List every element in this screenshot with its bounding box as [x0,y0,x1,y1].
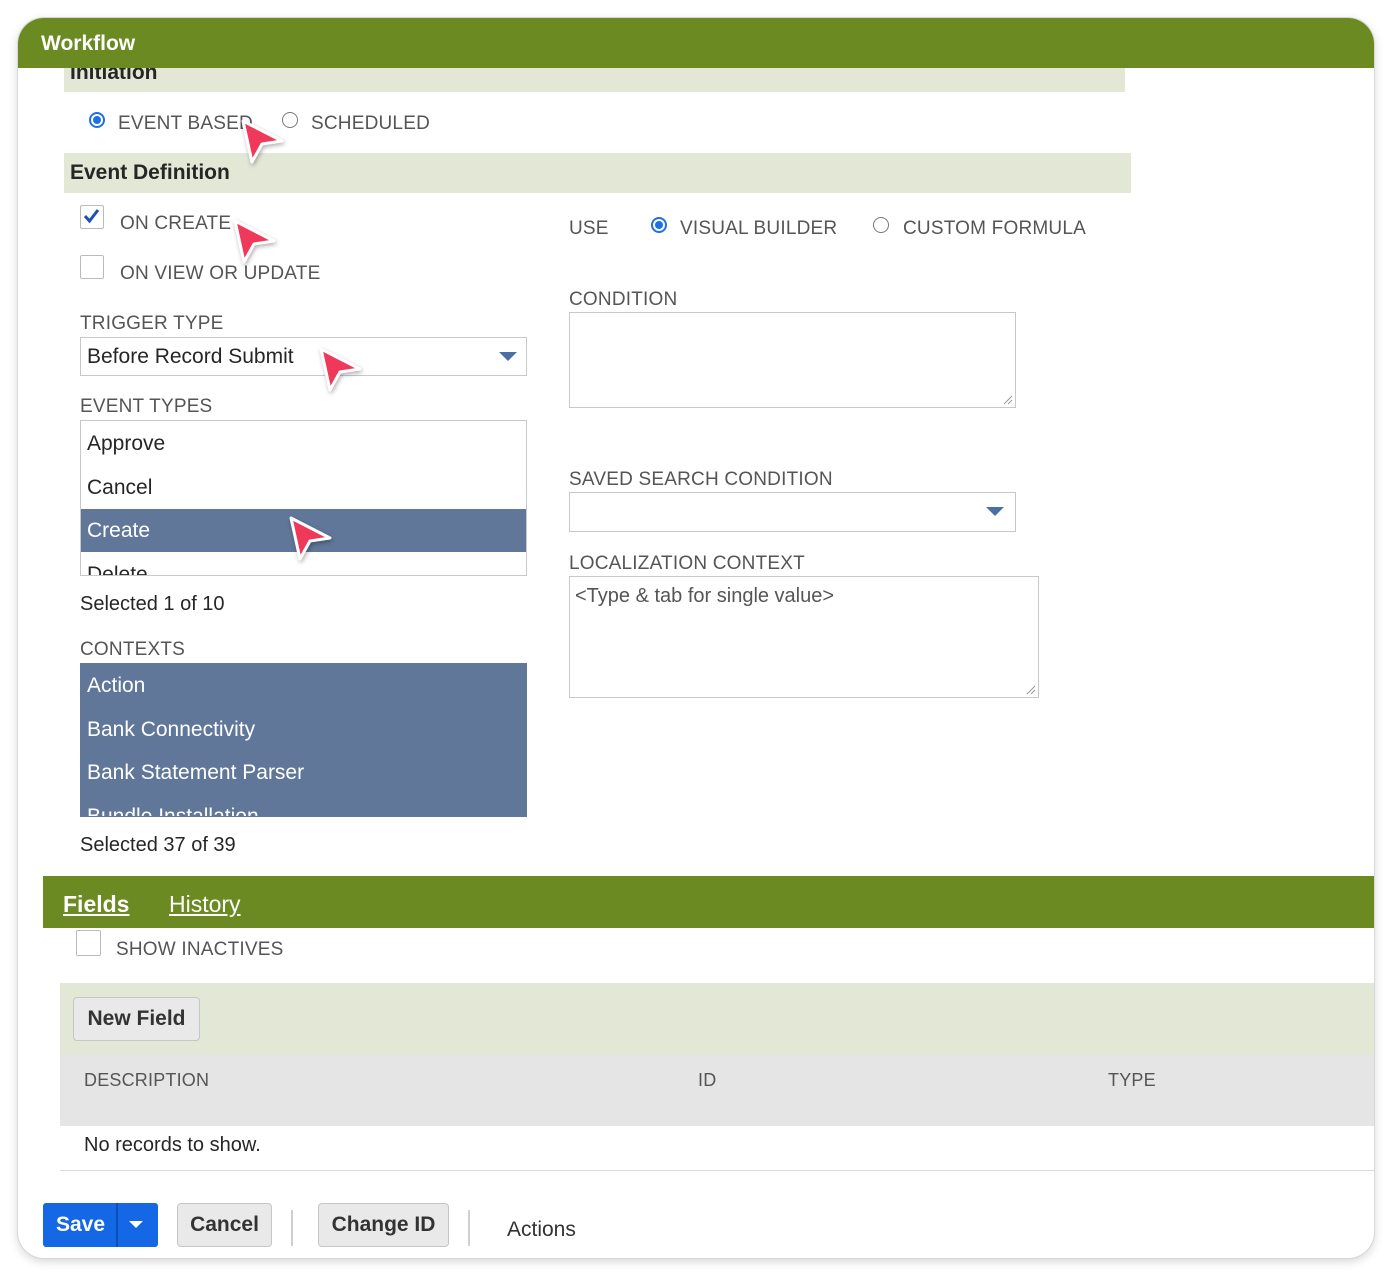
contexts-listbox[interactable]: Action Bank Connectivity Bank Statement … [80,663,527,817]
initiation-section-band: Initiation [64,68,1125,92]
tab-fields[interactable]: Fields [63,891,129,918]
saved-search-condition-select[interactable] [569,492,1016,532]
condition-textarea[interactable] [569,312,1016,408]
save-options-chevron-icon[interactable] [129,1221,143,1228]
window-title: Workflow [41,32,136,55]
saved-search-condition-label: SAVED SEARCH CONDITION [569,469,833,490]
footer-divider [468,1210,470,1246]
tab-history[interactable]: History [169,891,241,918]
initiation-heading: Initiation [70,68,158,84]
context-bank-connectivity[interactable]: Bank Connectivity [81,708,526,751]
annotation-cursor-icon [289,516,332,561]
annotation-cursor-icon [319,347,362,392]
trigger-type-label: TRIGGER TYPE [80,313,224,334]
event-types-label: EVENT TYPES [80,396,213,417]
on-view-or-update-label: ON VIEW OR UPDATE [120,263,321,284]
fields-sublist-toolbar: New Field [60,983,1374,1055]
event-type-approve[interactable]: Approve [81,422,526,465]
footer-divider [291,1210,293,1246]
on-create-label: ON CREATE [120,213,232,234]
annotation-cursor-icon [233,219,276,264]
event-types-count: Selected 1 of 10 [80,593,225,615]
localization-context-label: LOCALIZATION CONTEXT [569,553,805,574]
on-view-or-update-checkbox[interactable] [80,255,104,279]
actions-menu[interactable]: Actions [507,1218,576,1242]
trigger-type-value: Before Record Submit [87,345,294,368]
localization-context-input[interactable]: <Type & tab for single value> [569,576,1039,698]
localization-context-placeholder: <Type & tab for single value> [575,585,835,607]
resize-grip-icon [1003,395,1013,405]
event-definition-band: Event Definition [64,153,1131,193]
visual-builder-label: VISUAL BUILDER [680,218,838,239]
event-type-cancel[interactable]: Cancel [81,466,526,509]
trigger-type-select[interactable]: Before Record Submit [80,337,527,376]
show-inactives-checkbox[interactable] [76,930,101,956]
event-based-radio[interactable] [89,112,105,128]
subtabs-bar: Fields History [43,876,1374,928]
window-titlebar: Workflow [18,18,1374,68]
context-bank-statement-parser[interactable]: Bank Statement Parser [81,751,526,794]
event-based-label: EVENT BASED [118,113,253,134]
chevron-down-icon [499,352,517,361]
custom-formula-label: CUSTOM FORMULA [903,218,1086,239]
fields-table-empty-row: No records to show. [60,1126,1374,1171]
annotation-cursor-icon [241,119,284,164]
context-bundle-installation[interactable]: Bundle Installation [81,795,526,816]
show-inactives-label: SHOW INACTIVES [116,939,284,960]
on-create-checkbox[interactable] [80,205,104,229]
fields-table-header: DESCRIPTION ID TYPE [60,1055,1374,1126]
save-button-group: Save [43,1203,158,1247]
save-button[interactable]: Save [56,1213,105,1237]
workflow-window: Workflow Initiation EVENT BASED SCHEDULE… [18,18,1374,1258]
change-id-button[interactable]: Change ID [318,1203,449,1247]
column-description[interactable]: DESCRIPTION [84,1070,209,1091]
contexts-label: CONTEXTS [80,639,186,660]
save-split-divider [116,1203,118,1247]
custom-formula-radio[interactable] [873,217,889,233]
cancel-button[interactable]: Cancel [177,1203,272,1247]
empty-state-text: No records to show. [84,1134,261,1156]
chevron-down-icon [986,507,1004,516]
condition-label: CONDITION [569,289,678,310]
contexts-count: Selected 37 of 39 [80,834,236,856]
event-definition-heading: Event Definition [70,161,230,184]
new-field-button[interactable]: New Field [73,997,200,1041]
column-type[interactable]: TYPE [1108,1070,1156,1091]
context-action[interactable]: Action [81,664,526,707]
checkmark-icon [83,209,100,224]
scheduled-label: SCHEDULED [311,113,430,134]
use-label: USE [569,218,609,239]
visual-builder-radio[interactable] [651,217,667,233]
column-id[interactable]: ID [698,1070,716,1091]
resize-grip-icon [1026,685,1036,695]
